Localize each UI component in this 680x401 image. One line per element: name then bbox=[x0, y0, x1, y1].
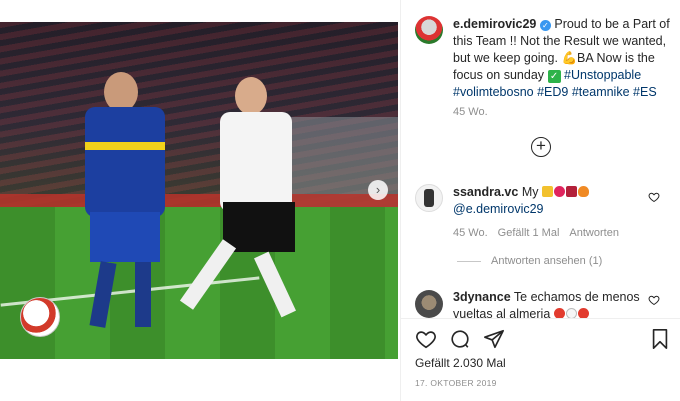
player-blue bbox=[70, 72, 170, 328]
player-shirt-stripe bbox=[85, 142, 165, 150]
view-replies-button[interactable]: Antworten ansehen (1) bbox=[457, 255, 602, 267]
fire-icon bbox=[577, 186, 589, 197]
player-shorts bbox=[90, 212, 160, 262]
football bbox=[20, 297, 60, 337]
hashtag-link[interactable]: #ES bbox=[633, 85, 657, 99]
next-image-button[interactable]: › bbox=[368, 180, 388, 200]
hashtag-link[interactable]: #teamnike bbox=[572, 85, 630, 99]
player-shirt bbox=[220, 112, 292, 212]
commenter-username[interactable]: ssandra.vc bbox=[453, 185, 518, 199]
mention-link[interactable]: @e.demirovic29 bbox=[453, 202, 544, 216]
player-head bbox=[104, 72, 138, 112]
player-leg bbox=[179, 239, 237, 310]
player-shorts bbox=[223, 202, 295, 252]
comment: ssandra.vc My @e.demirovic29 bbox=[453, 184, 643, 218]
bookmark-icon[interactable] bbox=[649, 328, 671, 350]
commenter-username[interactable]: 3dynance bbox=[453, 290, 511, 304]
commenter-avatar[interactable] bbox=[415, 184, 443, 212]
divider bbox=[401, 318, 680, 319]
chevron-right-icon: › bbox=[375, 182, 381, 197]
likes-count[interactable]: Gefällt 2.030 Mal bbox=[415, 356, 506, 370]
caption-timestamp[interactable]: 45 Wo. bbox=[453, 106, 488, 118]
hashtag-link[interactable]: #volimtebosno bbox=[453, 85, 534, 99]
verified-badge-icon: ✓ bbox=[539, 20, 551, 31]
hashtag-link[interactable]: #ED9 bbox=[537, 85, 568, 99]
hashtag-link[interactable]: #Unstoppable bbox=[564, 68, 641, 82]
like-comment-heart-icon[interactable] bbox=[648, 294, 660, 306]
post-photo[interactable]: › bbox=[0, 22, 398, 359]
post-side-panel: e.demirovic29 ✓ Proud to be a Part of th… bbox=[400, 0, 680, 401]
flexed-biceps-icon: 💪 bbox=[561, 51, 578, 65]
comment-likes[interactable]: Gefällt 1 Mal bbox=[498, 227, 560, 239]
comment-meta: 45 Wo. Gefällt 1 Mal Antworten bbox=[453, 227, 619, 239]
commenter-avatar[interactable] bbox=[415, 290, 443, 318]
player-leg bbox=[89, 261, 117, 328]
author-username[interactable]: e.demirovic29 bbox=[453, 17, 536, 31]
view-replies-label: Antworten ansehen (1) bbox=[491, 255, 603, 267]
rose-icon bbox=[565, 186, 577, 197]
author-avatar[interactable] bbox=[415, 16, 443, 44]
player-head bbox=[235, 77, 267, 115]
plus-circle-icon: + bbox=[536, 136, 546, 155]
post-actions bbox=[415, 328, 671, 352]
avatar-image bbox=[424, 189, 434, 207]
like-comment-heart-icon[interactable] bbox=[648, 191, 660, 203]
check-mark-icon: ✓ bbox=[547, 70, 561, 83]
comment-text: My bbox=[521, 185, 539, 199]
player-white bbox=[175, 77, 305, 327]
player-leg bbox=[254, 251, 296, 318]
like-heart-icon[interactable] bbox=[415, 328, 437, 350]
heart-emoji-icon bbox=[553, 186, 565, 197]
player-leg bbox=[135, 262, 151, 327]
comment-bubble-icon[interactable] bbox=[449, 328, 471, 350]
post-date[interactable]: 17. OKTOBER 2019 bbox=[415, 378, 497, 388]
player-shirt bbox=[85, 107, 165, 217]
post-caption: e.demirovic29 ✓ Proud to be a Part of th… bbox=[453, 16, 673, 101]
reply-button[interactable]: Antworten bbox=[569, 227, 619, 239]
replies-line bbox=[457, 260, 481, 262]
load-more-comments-button[interactable]: + bbox=[531, 137, 551, 157]
comment-timestamp[interactable]: 45 Wo. bbox=[453, 227, 488, 239]
share-paper-plane-icon[interactable] bbox=[483, 328, 505, 350]
crown-icon bbox=[541, 186, 553, 197]
